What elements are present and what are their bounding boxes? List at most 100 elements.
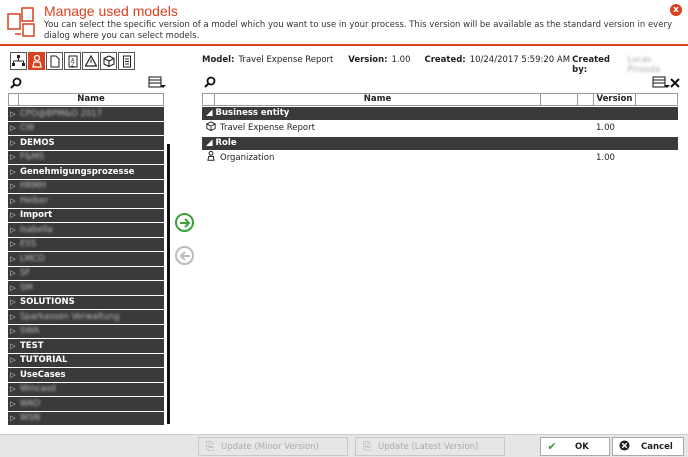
expand-icon[interactable]: ▷ bbox=[8, 269, 18, 277]
document-icon[interactable] bbox=[46, 52, 63, 70]
tree-item[interactable]: ▷ CPO@BPM&O 2017 bbox=[8, 107, 164, 122]
tree-item[interactable]: ▷ SF bbox=[8, 266, 164, 281]
tree-item[interactable]: ▷ Import bbox=[8, 208, 164, 223]
expand-icon[interactable]: ▷ bbox=[8, 211, 18, 219]
tree-item[interactable]: ▷ ESS bbox=[8, 237, 164, 252]
expand-icon[interactable]: ▷ bbox=[8, 153, 18, 161]
cube-icon[interactable] bbox=[100, 52, 117, 70]
expand-icon[interactable]: ▷ bbox=[8, 197, 18, 205]
collapse-icon[interactable]: ◢ bbox=[206, 138, 213, 148]
sort-icon[interactable]: AZ bbox=[64, 52, 81, 70]
expand-icon[interactable]: ▷ bbox=[8, 139, 18, 147]
name-column-header[interactable]: Name bbox=[215, 94, 541, 105]
update-icon: ⎘ bbox=[205, 439, 215, 453]
hierarchy-icon[interactable] bbox=[10, 52, 27, 70]
version-column-header[interactable]: Version bbox=[594, 94, 636, 105]
cancel-button[interactable]: Cancel bbox=[612, 437, 684, 456]
tree-item[interactable]: ▷ F&MS bbox=[8, 150, 164, 165]
expand-icon[interactable]: ▷ bbox=[8, 342, 18, 350]
expand-icon[interactable]: ▷ bbox=[8, 284, 18, 292]
version-label: Version: bbox=[348, 55, 388, 65]
created-by-label: Created by: bbox=[572, 55, 610, 75]
tree-item-label: CW bbox=[20, 123, 35, 134]
update-latest-button[interactable]: ⎘ Update (Latest Version) bbox=[355, 437, 505, 456]
tree-item[interactable]: ▷ WSN bbox=[8, 411, 164, 426]
tree-item[interactable]: ▷ WKO bbox=[8, 397, 164, 412]
search-icon[interactable] bbox=[204, 76, 216, 88]
checkmark-icon: ✔ bbox=[547, 440, 557, 453]
grid-row[interactable]: Travel Expense Report 1.00 bbox=[202, 121, 678, 136]
tree-item[interactable]: ▷ Genehmigungsprozesse bbox=[8, 165, 164, 180]
search-icon[interactable] bbox=[10, 77, 22, 89]
column-chooser-icon[interactable] bbox=[652, 76, 670, 90]
expand-icon[interactable]: ▷ bbox=[8, 313, 18, 321]
expand-icon[interactable]: ▷ bbox=[8, 255, 18, 263]
update-icon: ⎘ bbox=[362, 439, 372, 453]
update-minor-button[interactable]: ⎘ Update (Minor Version) bbox=[198, 437, 348, 456]
expand-icon[interactable]: ▷ bbox=[8, 124, 18, 132]
clear-filter-icon[interactable] bbox=[670, 78, 680, 88]
group-row-role[interactable]: ◢ Role bbox=[202, 137, 678, 150]
model-value: Travel Expense Report bbox=[238, 55, 334, 65]
group-row-business-entity[interactable]: ◢ Business entity bbox=[202, 107, 678, 120]
expand-icon[interactable]: ▷ bbox=[8, 356, 18, 364]
tree-item[interactable]: ▷ SM bbox=[8, 281, 164, 296]
tree-item[interactable]: ▷ TEST bbox=[8, 339, 164, 354]
tree-scrollbar[interactable] bbox=[166, 94, 171, 428]
model-label: Model: bbox=[202, 55, 235, 65]
expand-icon[interactable]: ▷ bbox=[8, 414, 18, 422]
ok-button[interactable]: ✔ OK bbox=[540, 437, 610, 456]
tree-item-label: Genehmigungsprozesse bbox=[20, 166, 135, 177]
tree-item-label: WKO bbox=[20, 398, 41, 409]
grid-row[interactable]: Organization 1.00 bbox=[202, 150, 678, 166]
tree-item[interactable]: ▷ Sparkassen Verwaltung bbox=[8, 310, 164, 325]
scroll-thumb[interactable] bbox=[167, 144, 170, 424]
tree-item[interactable]: ▷ Isabella bbox=[8, 223, 164, 238]
tree-item[interactable]: ▷ HRMH bbox=[8, 179, 164, 194]
name-column-header[interactable]: Name bbox=[19, 94, 163, 105]
dialog-footer: ⎘ Update (Minor Version) ⎘ Update (Lates… bbox=[0, 434, 688, 457]
tree-item-label: Sparkassen Verwaltung bbox=[20, 311, 120, 322]
list-icon[interactable] bbox=[118, 52, 135, 70]
tree-item[interactable]: ▷ SOLUTIONS bbox=[8, 295, 164, 310]
tree-item-label: F&MS bbox=[20, 152, 45, 163]
tree-item[interactable]: ▷ UseCases bbox=[8, 368, 164, 383]
tree-item[interactable]: ▷ Wincasd bbox=[8, 382, 164, 397]
tree-item-label: TUTORIAL bbox=[20, 355, 68, 366]
tree-item[interactable]: ▷ LMCO bbox=[8, 252, 164, 267]
model-info-bar: Model: Travel Expense Report Version: 1.… bbox=[202, 55, 682, 75]
expand-icon[interactable]: ▷ bbox=[8, 240, 18, 248]
tree-item[interactable]: ▷ Heiber bbox=[8, 194, 164, 209]
collapse-icon[interactable]: ◢ bbox=[206, 108, 213, 118]
tree-item-label: ESS bbox=[20, 239, 37, 250]
dialog-description: You can select the specific version of a… bbox=[44, 20, 672, 41]
tree-item-label: Import bbox=[20, 210, 53, 221]
person-icon[interactable] bbox=[28, 52, 45, 70]
tree-item[interactable]: ▷ TUTORIAL bbox=[8, 353, 164, 368]
expand-icon[interactable]: ▷ bbox=[8, 168, 18, 176]
row-name: Travel Expense Report bbox=[220, 123, 315, 133]
expand-icon[interactable]: ▷ bbox=[8, 110, 18, 118]
tree-item[interactable]: ▷ DEMOS bbox=[8, 136, 164, 151]
tree-item-label: SOLUTIONS bbox=[20, 297, 75, 308]
close-button[interactable]: x bbox=[670, 4, 682, 16]
expand-icon[interactable]: ▷ bbox=[8, 327, 18, 335]
tree-item-label: TEST bbox=[20, 340, 44, 351]
expand-icon[interactable]: ▷ bbox=[8, 385, 18, 393]
expand-icon[interactable]: ▷ bbox=[8, 182, 18, 190]
manage-models-icon bbox=[7, 7, 35, 37]
model-folder-list: ▷ CPO@BPM&O 2017 ▷ CW ▷ DEMOS ▷ F&MS ▷ Genehmigun… bbox=[8, 107, 164, 426]
tree-item[interactable]: ▷ CW bbox=[8, 121, 164, 136]
tree-item[interactable]: ▷ SWA bbox=[8, 324, 164, 339]
column-chooser-icon[interactable] bbox=[148, 76, 166, 90]
tree-item-label: UseCases bbox=[20, 369, 66, 380]
expand-icon[interactable]: ▷ bbox=[8, 400, 18, 408]
warning-icon[interactable] bbox=[82, 52, 99, 70]
extra-column-header[interactable] bbox=[541, 94, 578, 105]
extra-column-header[interactable] bbox=[578, 94, 594, 105]
expand-icon[interactable]: ▷ bbox=[8, 298, 18, 306]
add-model-button[interactable] bbox=[175, 213, 194, 232]
expand-icon[interactable]: ▷ bbox=[8, 226, 18, 234]
remove-model-button[interactable] bbox=[175, 246, 194, 265]
expand-icon[interactable]: ▷ bbox=[8, 371, 18, 379]
